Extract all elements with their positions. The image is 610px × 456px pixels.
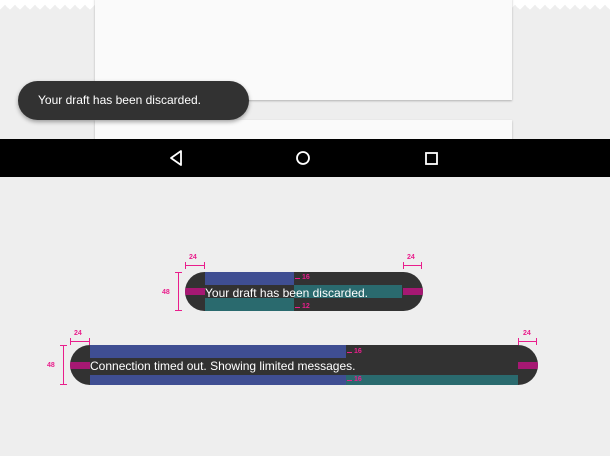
spec-snackbar-message: Connection timed out. Showing limited me… xyxy=(90,359,356,373)
spec-left-padding-band xyxy=(70,362,90,369)
dim-tick xyxy=(518,338,519,345)
dim-tick xyxy=(60,345,67,346)
dim-tick xyxy=(421,262,422,269)
spec-right-padding-band xyxy=(518,362,538,369)
dim-label-bottom-padding: 12 xyxy=(302,303,310,310)
spec-top-padding-band xyxy=(205,272,294,285)
dim-label-height: 48 xyxy=(47,362,55,369)
dim-tick xyxy=(175,272,182,273)
dim-line xyxy=(178,272,179,311)
home-circle-icon[interactable] xyxy=(292,147,314,169)
dim-tick xyxy=(403,262,404,269)
snackbar: Your draft has been discarded. xyxy=(18,81,249,120)
dim-label-padding-left: 24 xyxy=(74,330,82,337)
spec-snackbar-message: Your draft has been discarded. xyxy=(205,286,369,300)
dim-label-padding-right: 24 xyxy=(407,254,415,261)
dim-tick xyxy=(175,310,182,311)
dim-tick xyxy=(204,262,205,269)
spec-right-padding-band xyxy=(403,288,423,295)
dim-line xyxy=(295,278,300,279)
spec-bottom-padding-band xyxy=(90,375,346,385)
dim-line xyxy=(185,265,204,266)
dim-label-height: 48 xyxy=(162,289,170,296)
dim-tick xyxy=(185,262,186,269)
dim-line xyxy=(518,341,537,342)
snackbar-message: Your draft has been discarded. xyxy=(38,93,202,107)
dim-line xyxy=(295,307,300,308)
spec-bottom-padding-band-right xyxy=(346,375,518,385)
dim-tick xyxy=(60,384,67,385)
back-triangle-icon[interactable] xyxy=(165,147,187,169)
dim-label-padding-right: 24 xyxy=(523,330,531,337)
spec-left-padding-band xyxy=(185,288,205,295)
dim-tick xyxy=(536,338,537,345)
dim-label-bottom-padding: 16 xyxy=(354,376,362,383)
dim-line xyxy=(70,341,89,342)
recents-square-icon[interactable] xyxy=(420,147,442,169)
spec-top-padding-band xyxy=(90,345,346,358)
android-navigation-bar xyxy=(0,139,610,177)
dim-label-top-padding: 16 xyxy=(354,348,362,355)
dim-line xyxy=(347,380,352,381)
dim-line xyxy=(347,352,352,353)
dim-tick xyxy=(70,338,71,345)
dim-tick xyxy=(89,338,90,345)
dim-line xyxy=(403,265,422,266)
dim-line xyxy=(63,345,64,385)
dim-label-padding-left: 24 xyxy=(189,254,197,261)
dim-label-top-padding: 16 xyxy=(302,274,310,281)
